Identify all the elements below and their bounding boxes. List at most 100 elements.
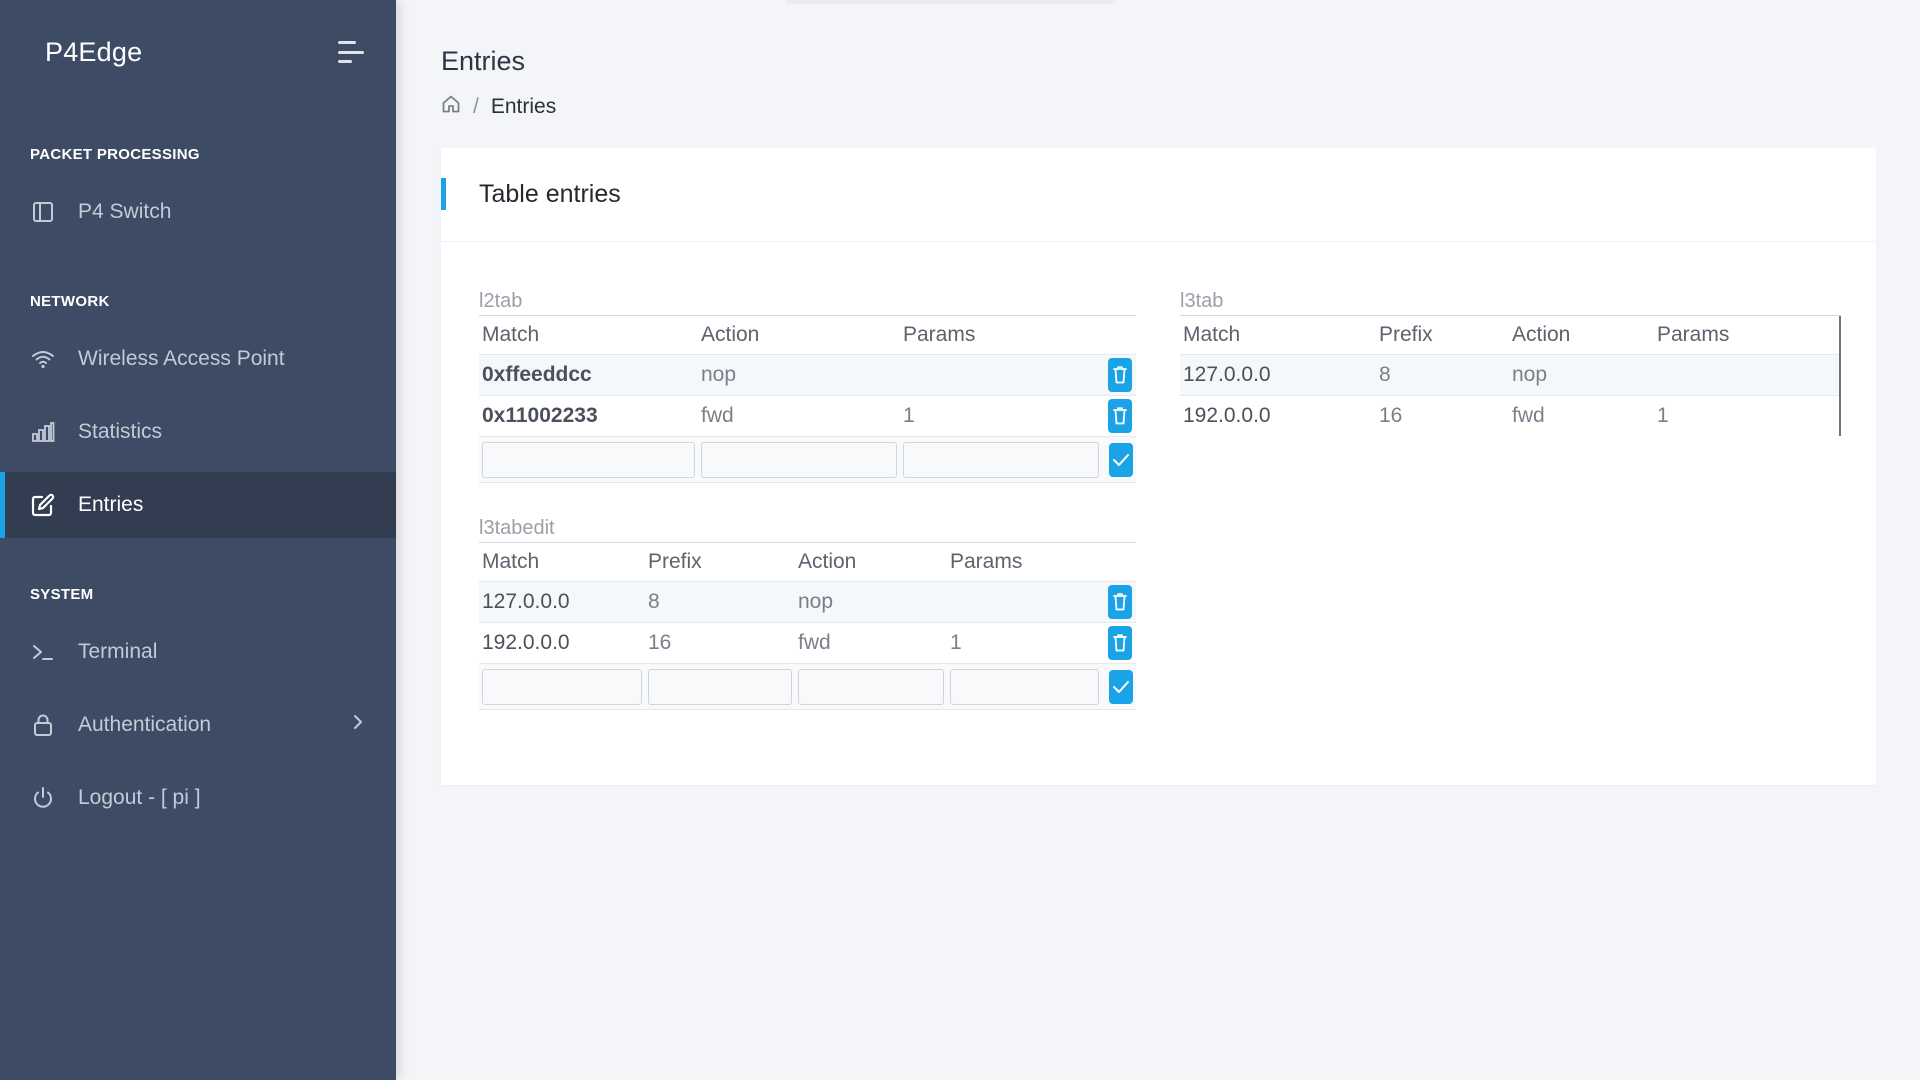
l2tab-table: Match Action Params 0xffeeddcc nop 0x110… xyxy=(479,316,1136,483)
sidebar-item-label: Logout - [ pi ] xyxy=(78,786,201,809)
table-header-row: Match Prefix Action Params xyxy=(479,543,1136,582)
sidebar-item-statistics[interactable]: Statistics xyxy=(0,399,396,465)
cell-match: 127.0.0.0 xyxy=(1180,354,1376,396)
cell-params xyxy=(1654,354,1839,396)
cell-match: 127.0.0.0 xyxy=(479,581,645,623)
cell-actions xyxy=(1102,622,1136,664)
cell-input xyxy=(947,663,1102,710)
l2tab-block: l2tab Match Action Params 0xffeeddcc nop… xyxy=(479,286,1136,483)
sidebar-panel-icon xyxy=(30,199,56,225)
new-match-input[interactable] xyxy=(482,668,642,705)
column-header: Params xyxy=(1654,316,1839,355)
terminal-icon xyxy=(30,639,56,665)
section-system: SYSTEM xyxy=(30,585,94,603)
sidebar-item-authentication[interactable]: Authentication xyxy=(0,692,396,758)
page-title: Entries xyxy=(441,46,526,76)
cell-params xyxy=(947,581,1102,623)
l3tab-block: l3tab Match Prefix Action Params 127.0.0… xyxy=(1180,286,1841,436)
sidebar-item-label: P4 Switch xyxy=(78,200,172,223)
menu-toggle-icon[interactable] xyxy=(338,41,366,63)
breadcrumb-separator: / xyxy=(473,95,479,118)
cell-match: 0xffeeddcc xyxy=(479,354,698,396)
table-row: 127.0.0.0 8 nop xyxy=(1180,354,1839,396)
column-header: Match xyxy=(479,543,645,582)
delete-entry-button[interactable] xyxy=(1108,625,1132,660)
trash-icon xyxy=(1113,592,1127,610)
new-params-input[interactable] xyxy=(903,441,1099,478)
cell-input xyxy=(900,436,1102,483)
cell-match: 192.0.0.0 xyxy=(1183,403,1271,427)
new-params-input[interactable] xyxy=(950,668,1099,705)
cell-actions xyxy=(1102,663,1136,710)
cell-match: 192.0.0.0 xyxy=(479,622,645,664)
sidebar: P4Edge PACKET PROCESSING P4 Switch NETWO… xyxy=(0,0,396,1080)
new-match-input[interactable] xyxy=(482,441,695,478)
new-action-input[interactable] xyxy=(798,668,944,705)
table-caption: l3tab xyxy=(1180,286,1841,316)
bar-chart-icon xyxy=(30,419,56,445)
sidebar-item-terminal[interactable]: Terminal xyxy=(0,619,396,685)
section-network: NETWORK xyxy=(30,292,110,310)
cell-input xyxy=(645,663,795,710)
trash-icon xyxy=(1113,406,1127,424)
table-header-row: Match Action Params xyxy=(479,316,1136,355)
cell-input xyxy=(698,436,900,483)
check-icon xyxy=(1113,680,1129,693)
add-entry-button[interactable] xyxy=(1109,669,1133,704)
home-icon[interactable] xyxy=(441,94,461,120)
section-packet-processing: PACKET PROCESSING xyxy=(30,145,200,163)
cell-prefix: 8 xyxy=(645,581,795,623)
l3tab-table: Match Prefix Action Params 127.0.0.0 8 n… xyxy=(1180,316,1839,436)
breadcrumb-current: Entries xyxy=(490,95,557,118)
cell-action: nop xyxy=(795,581,947,623)
table-caption: l2tab xyxy=(479,286,1136,316)
new-entry-row xyxy=(479,663,1136,710)
sidebar-item-p4-switch[interactable]: P4 Switch xyxy=(0,179,396,245)
trash-icon xyxy=(1113,633,1127,651)
l3tabedit-block: l3tabedit Match Prefix Action Params 127… xyxy=(479,513,1136,710)
check-icon xyxy=(1113,453,1129,466)
cell-action: nop xyxy=(698,354,900,396)
column-header: Action xyxy=(1509,316,1654,355)
sidebar-item-label: Wireless Access Point xyxy=(78,347,285,370)
cell-prefix: 16 xyxy=(1379,403,1403,427)
column-header: Params xyxy=(900,316,1102,355)
cell-input xyxy=(795,663,947,710)
cell-action: fwd xyxy=(1512,403,1545,427)
chevron-right-icon xyxy=(352,713,364,737)
column-header: Action xyxy=(795,543,947,582)
cell-input xyxy=(479,436,698,483)
wifi-icon xyxy=(30,346,56,372)
delete-entry-button[interactable] xyxy=(1108,398,1132,433)
cell-action: fwd xyxy=(698,395,900,437)
breadcrumb: / Entries xyxy=(441,92,1876,122)
sidebar-item-wireless-access-point[interactable]: Wireless Access Point xyxy=(0,326,396,392)
new-prefix-input[interactable] xyxy=(648,668,792,705)
table-row: 127.0.0.0 8 nop xyxy=(479,581,1136,623)
cell-params: 1 xyxy=(1657,403,1669,427)
sidebar-item-label: Statistics xyxy=(78,420,163,443)
column-header: Match xyxy=(1180,316,1376,355)
cell-action: nop xyxy=(1509,354,1654,396)
main-content: Entries / Entries Table entries l2tab Ma… xyxy=(396,0,1920,1080)
cell-params: 1 xyxy=(900,395,1102,437)
cell-match: 0x11002233 xyxy=(479,395,698,437)
cell-input xyxy=(479,663,645,710)
brand-logo[interactable]: P4Edge xyxy=(45,37,142,68)
add-entry-button[interactable] xyxy=(1109,442,1133,477)
top-bar-edge xyxy=(786,0,1116,4)
new-action-input[interactable] xyxy=(701,441,897,478)
column-header-actions xyxy=(1102,543,1136,582)
sidebar-item-entries[interactable]: Entries xyxy=(0,472,396,538)
card-header: Table entries xyxy=(441,148,1876,242)
column-header-actions xyxy=(1102,316,1136,355)
cell-params: 1 xyxy=(947,622,1102,664)
column-header: Action xyxy=(698,316,900,355)
sidebar-item-label: Terminal xyxy=(78,640,158,663)
trash-icon xyxy=(1113,365,1127,383)
sidebar-item-logout[interactable]: Logout - [ pi ] xyxy=(0,765,396,831)
delete-entry-button[interactable] xyxy=(1108,357,1132,392)
new-entry-row xyxy=(479,436,1136,483)
delete-entry-button[interactable] xyxy=(1108,584,1132,619)
table-row: 192.0.0.0 16 fwd 1 xyxy=(1180,395,1839,436)
